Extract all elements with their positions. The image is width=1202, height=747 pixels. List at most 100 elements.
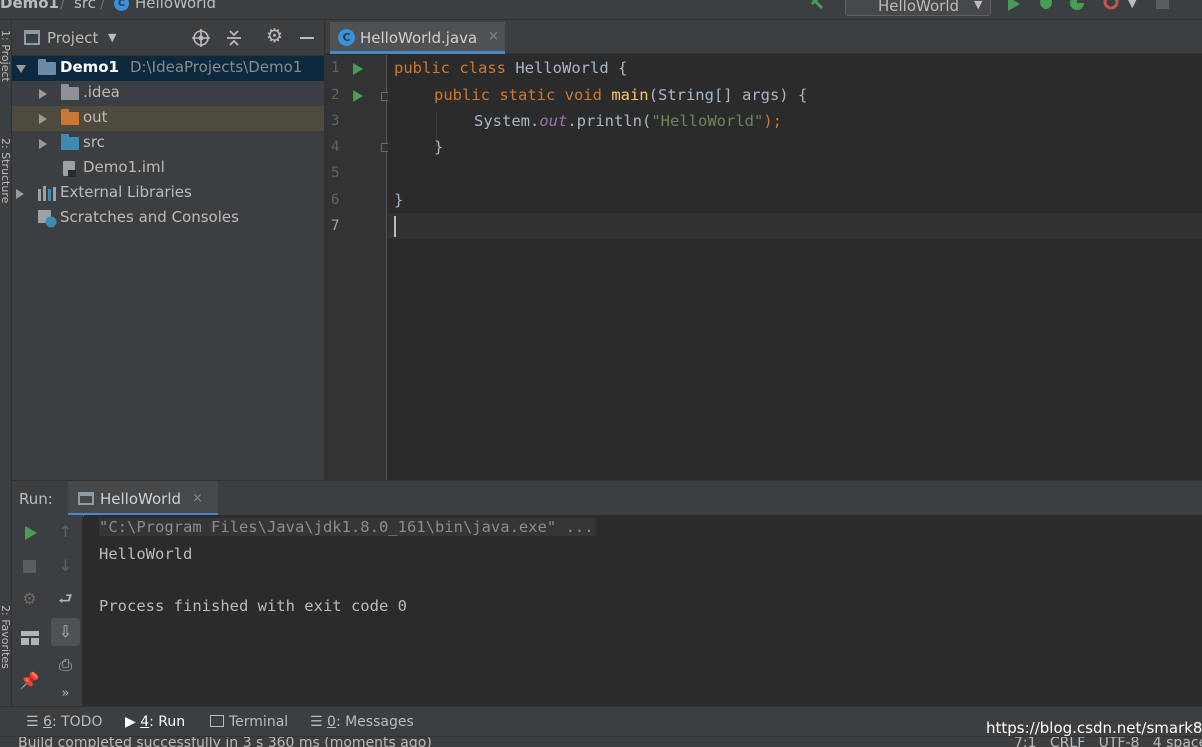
- pin-icon[interactable]: 📌: [12, 667, 47, 695]
- down-arrow-icon[interactable]: ↓: [48, 552, 83, 580]
- stop-icon[interactable]: [1156, 0, 1169, 9]
- run-tab-helloworld[interactable]: HelloWorld ×: [68, 481, 218, 516]
- up-arrow-icon[interactable]: ↑: [48, 518, 83, 546]
- expand-arrow-icon[interactable]: [16, 65, 26, 73]
- tree-item-scratches[interactable]: Scratches and Consoles: [12, 206, 324, 231]
- breadcrumb-src[interactable]: src: [74, 0, 96, 12]
- stop-icon[interactable]: [23, 560, 36, 573]
- profile-icon[interactable]: [1102, 0, 1120, 12]
- navigation-bar: Demo1 / src / C HelloWorld HelloWorld ▼ …: [0, 0, 1202, 20]
- tree-item-label: out: [83, 108, 108, 126]
- run-gutter-icon[interactable]: [353, 63, 363, 75]
- build-hammer-icon[interactable]: [808, 0, 830, 12]
- code-keyword: public class: [394, 59, 516, 77]
- expand-arrow-icon[interactable]: [39, 139, 47, 149]
- breadcrumb-project[interactable]: Demo1: [0, 0, 59, 12]
- console-window-icon: [78, 492, 94, 505]
- code-line: }: [434, 138, 444, 156]
- line-number: 2: [331, 87, 340, 103]
- expand-arrow-icon[interactable]: [39, 89, 47, 99]
- settings-icon[interactable]: ⚙: [12, 585, 47, 613]
- editor-tab-bar: C HelloWorld.java ×: [325, 20, 1202, 54]
- code-string: "HelloWorld": [651, 112, 764, 130]
- module-folder-icon: [38, 59, 56, 75]
- folder-icon: [61, 84, 79, 100]
- file-badge-icon: [68, 170, 76, 177]
- chevron-down-icon[interactable]: ▼: [1128, 0, 1136, 10]
- hide-panel-icon[interactable]: [300, 37, 314, 39]
- status-caret-position[interactable]: 7:1 CRLF UTF-8 4 spaces: [1014, 737, 1202, 747]
- tree-item-label: Demo1: [60, 58, 119, 76]
- current-line-highlight: [388, 213, 1202, 239]
- rerun-icon[interactable]: [24, 525, 38, 541]
- run-gutter-icon[interactable]: [353, 90, 363, 102]
- tree-item-label: .idea: [83, 83, 120, 101]
- run-toolbar-primary: ⚙ 📌: [12, 515, 48, 706]
- run-icon[interactable]: [1007, 0, 1021, 12]
- tree-item-out[interactable]: out: [12, 106, 324, 131]
- line-number: 6: [331, 192, 340, 208]
- tab-helloworld-java[interactable]: C HelloWorld.java ×: [330, 22, 505, 54]
- more-icon[interactable]: »: [48, 680, 83, 708]
- console-line: Process finished with exit code 0: [99, 597, 407, 615]
- project-panel: Project ▼ ⚙ Demo1 D:\IdeaProjects\Demo1 …: [12, 20, 325, 480]
- tab-label: HelloWorld.java: [360, 29, 478, 47]
- layout-icon[interactable]: [21, 631, 39, 645]
- locate-icon[interactable]: [192, 29, 210, 47]
- line-number: 4: [331, 139, 340, 155]
- tree-item-iml[interactable]: Demo1.iml: [12, 156, 324, 181]
- code-text: (String[] args) {: [648, 86, 808, 104]
- status-message[interactable]: Build completed successfully in 3 s 360 …: [18, 737, 432, 747]
- code-line: public static void main(String[] args) {: [434, 86, 807, 104]
- code-method-name: main: [611, 86, 649, 104]
- coverage-icon[interactable]: [1068, 0, 1086, 12]
- debug-icon[interactable]: [1037, 0, 1055, 12]
- project-view-selector[interactable]: Project: [47, 29, 98, 47]
- line-number: 5: [331, 165, 340, 181]
- tree-item-demo1[interactable]: Demo1 D:\IdeaProjects\Demo1: [12, 56, 324, 81]
- run-tab-label: HelloWorld: [100, 490, 182, 508]
- scroll-to-end-icon[interactable]: ⇩: [51, 618, 80, 646]
- excluded-folder-icon: [61, 109, 79, 125]
- watermark-url: https://blog.csdn.net/smark86: [986, 719, 1202, 737]
- close-icon[interactable]: ×: [488, 29, 499, 44]
- run-panel-header: Run: HelloWorld ×: [12, 480, 1202, 516]
- tree-item-path: D:\IdeaProjects\Demo1: [130, 58, 303, 76]
- run-toolbar-secondary: ↑ ↓ ⮐ ⇩ ⎙ »: [48, 515, 83, 706]
- chevron-down-icon[interactable]: ▼: [108, 31, 116, 44]
- tree-item-label: src: [83, 133, 105, 151]
- tree-item-external-libraries[interactable]: External Libraries: [12, 181, 324, 206]
- expand-arrow-icon[interactable]: [16, 189, 24, 199]
- code-editor[interactable]: public class HelloWorld { public static …: [388, 55, 1202, 480]
- tool-window-run[interactable]: ▶ 4: Run: [125, 714, 185, 730]
- tree-item-src[interactable]: src: [12, 131, 324, 156]
- library-icon: [38, 186, 56, 201]
- code-text: {: [608, 59, 628, 77]
- terminal-icon: [210, 715, 224, 727]
- text-caret: [394, 216, 396, 237]
- expand-arrow-icon[interactable]: [39, 114, 47, 124]
- console-output[interactable]: "C:\Program Files\Java\jdk1.8.0_161\bin\…: [84, 515, 1202, 706]
- collapse-all-icon[interactable]: [226, 29, 242, 47]
- gear-icon[interactable]: ⚙: [266, 25, 283, 47]
- print-icon[interactable]: ⎙: [48, 651, 83, 679]
- tool-window-project[interactable]: 1: Project: [0, 30, 11, 82]
- code-keyword: public static void: [434, 86, 612, 104]
- tool-window-todo[interactable]: ☰ 6: TODO: [26, 714, 102, 730]
- tool-window-messages[interactable]: ☰ 0: Messages: [310, 714, 414, 730]
- class-icon: C: [114, 0, 129, 11]
- tool-window-structure[interactable]: 2: Structure: [0, 138, 11, 203]
- code-text: );: [763, 112, 782, 130]
- tool-window-favorites[interactable]: 2: Favorites: [0, 605, 11, 669]
- tool-window-terminal[interactable]: Terminal: [210, 714, 288, 730]
- run-config-selector[interactable]: HelloWorld ▼: [845, 0, 991, 16]
- soft-wrap-icon[interactable]: ⮐: [48, 585, 83, 613]
- line-number: 1: [331, 60, 340, 76]
- code-line: System.out.println("HelloWorld");: [474, 112, 782, 130]
- status-bar: Build completed successfully in 3 s 360 …: [0, 736, 1202, 747]
- tree-item-idea[interactable]: .idea: [12, 81, 324, 106]
- close-icon[interactable]: ×: [192, 491, 203, 506]
- line-number: 3: [331, 113, 340, 129]
- console-command: "C:\Program Files\Java\jdk1.8.0_161\bin\…: [99, 518, 596, 536]
- breadcrumb-file[interactable]: HelloWorld: [135, 0, 216, 12]
